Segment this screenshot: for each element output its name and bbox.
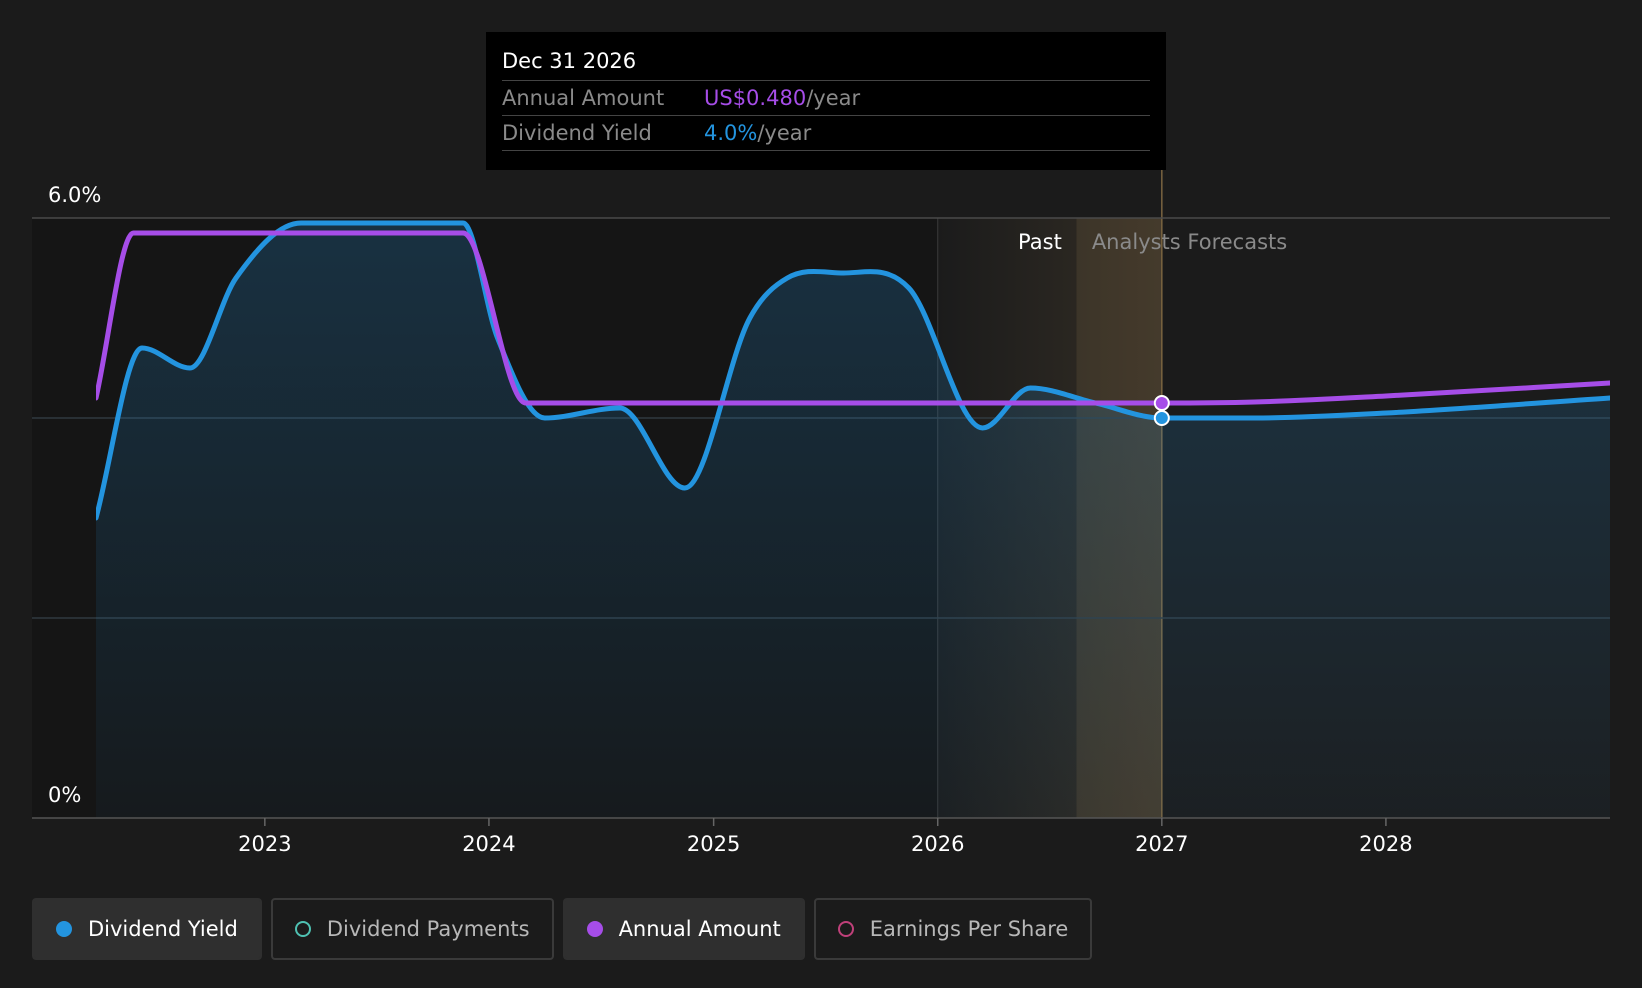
tooltip-label: Annual Amount <box>502 86 665 110</box>
tooltip-value: 4.0% <box>704 121 758 145</box>
y-tick-label: 6.0% <box>48 183 101 207</box>
dividend-payments-dot-icon <box>294 921 311 937</box>
tooltip: Dec 31 2026 Annual Amount US$0.480 /year… <box>486 32 1166 170</box>
annual-amount-dot-icon <box>586 921 603 937</box>
legend-earnings-per-share-button[interactable]: Earnings Per Share <box>813 898 1093 960</box>
y-tick-label: 0% <box>48 783 81 807</box>
x-tick-label: 2026 <box>911 832 964 856</box>
legend-annual-amount-button[interactable]: Annual Amount <box>562 898 805 960</box>
legend-label: Annual Amount <box>618 917 781 941</box>
earnings-per-share-dot-icon <box>837 921 854 937</box>
x-tick-label: 2023 <box>238 832 291 856</box>
legend-label: Dividend Yield <box>88 917 238 941</box>
dividend-yield-dot-icon <box>56 921 72 937</box>
x-tick-label: 2028 <box>1359 832 1412 856</box>
tooltip-row-dividend-yield: Dividend Yield 4.0% /year <box>502 116 1150 151</box>
legend-label: Earnings Per Share <box>869 917 1069 941</box>
x-tick-label: 2025 <box>687 832 740 856</box>
legend: Dividend Yield Dividend Payments Annual … <box>32 898 1093 960</box>
x-tick-label: 2027 <box>1135 832 1188 856</box>
tooltip-label: Dividend Yield <box>502 121 652 145</box>
tooltip-suffix: /year <box>806 86 861 110</box>
x-tick-label: 2024 <box>462 832 515 856</box>
tooltip-date: Dec 31 2026 <box>502 46 1150 81</box>
chart-stage: 6.0% 0% 2023 2024 2025 2026 2027 2028 Past Analys… <box>0 0 1642 988</box>
dividend-yield-marker <box>1153 410 1170 426</box>
past-label: Past <box>1018 230 1062 254</box>
legend-label: Dividend Payments <box>326 917 530 941</box>
legend-dividend-payments-button[interactable]: Dividend Payments <box>270 898 554 960</box>
dividend-yield-area <box>96 223 1610 818</box>
tooltip-value: US$0.480 <box>704 86 807 110</box>
forecast-label: Analysts Forecasts <box>1092 230 1287 254</box>
tooltip-suffix: /year <box>757 121 812 145</box>
annual-amount-marker <box>1153 395 1170 411</box>
legend-dividend-yield-button[interactable]: Dividend Yield <box>32 898 262 960</box>
tooltip-row-annual-amount: Annual Amount US$0.480 /year <box>502 81 1150 116</box>
